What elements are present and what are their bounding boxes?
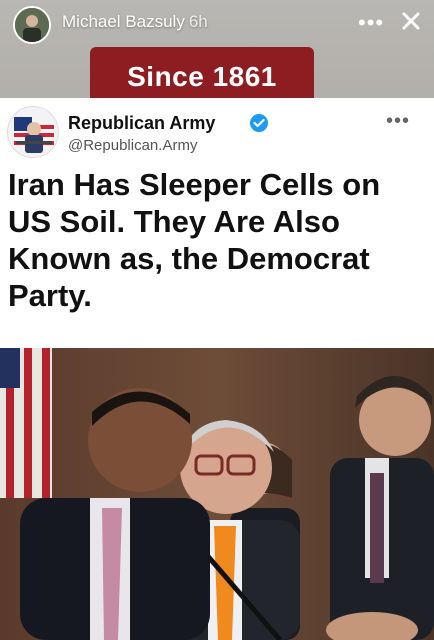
republican-army-avatar[interactable] <box>7 106 59 158</box>
post-author-name[interactable]: Republican Army <box>68 113 215 134</box>
post-author-handle[interactable]: @Republican.Army <box>68 137 197 154</box>
story-time: 6h <box>188 12 208 31</box>
close-icon[interactable] <box>396 6 426 36</box>
post-headline: Iran Has Sleeper Cells on US Soil. They … <box>8 167 381 313</box>
more-horizontal-icon[interactable]: ••• <box>386 110 410 133</box>
story-author[interactable]: Michael Bazsuly 6h <box>62 12 208 32</box>
story-author-avatar[interactable] <box>13 6 51 44</box>
story-header: Michael Bazsuly 6h ••• <box>0 0 434 50</box>
story-more-icon[interactable]: ••• <box>358 10 384 36</box>
post-card: Republican Army @Republican.Army ••• Ira… <box>0 98 434 350</box>
post-photo <box>0 348 434 640</box>
verified-check-icon <box>249 113 269 133</box>
story-username[interactable]: Michael Bazsuly <box>62 12 185 31</box>
